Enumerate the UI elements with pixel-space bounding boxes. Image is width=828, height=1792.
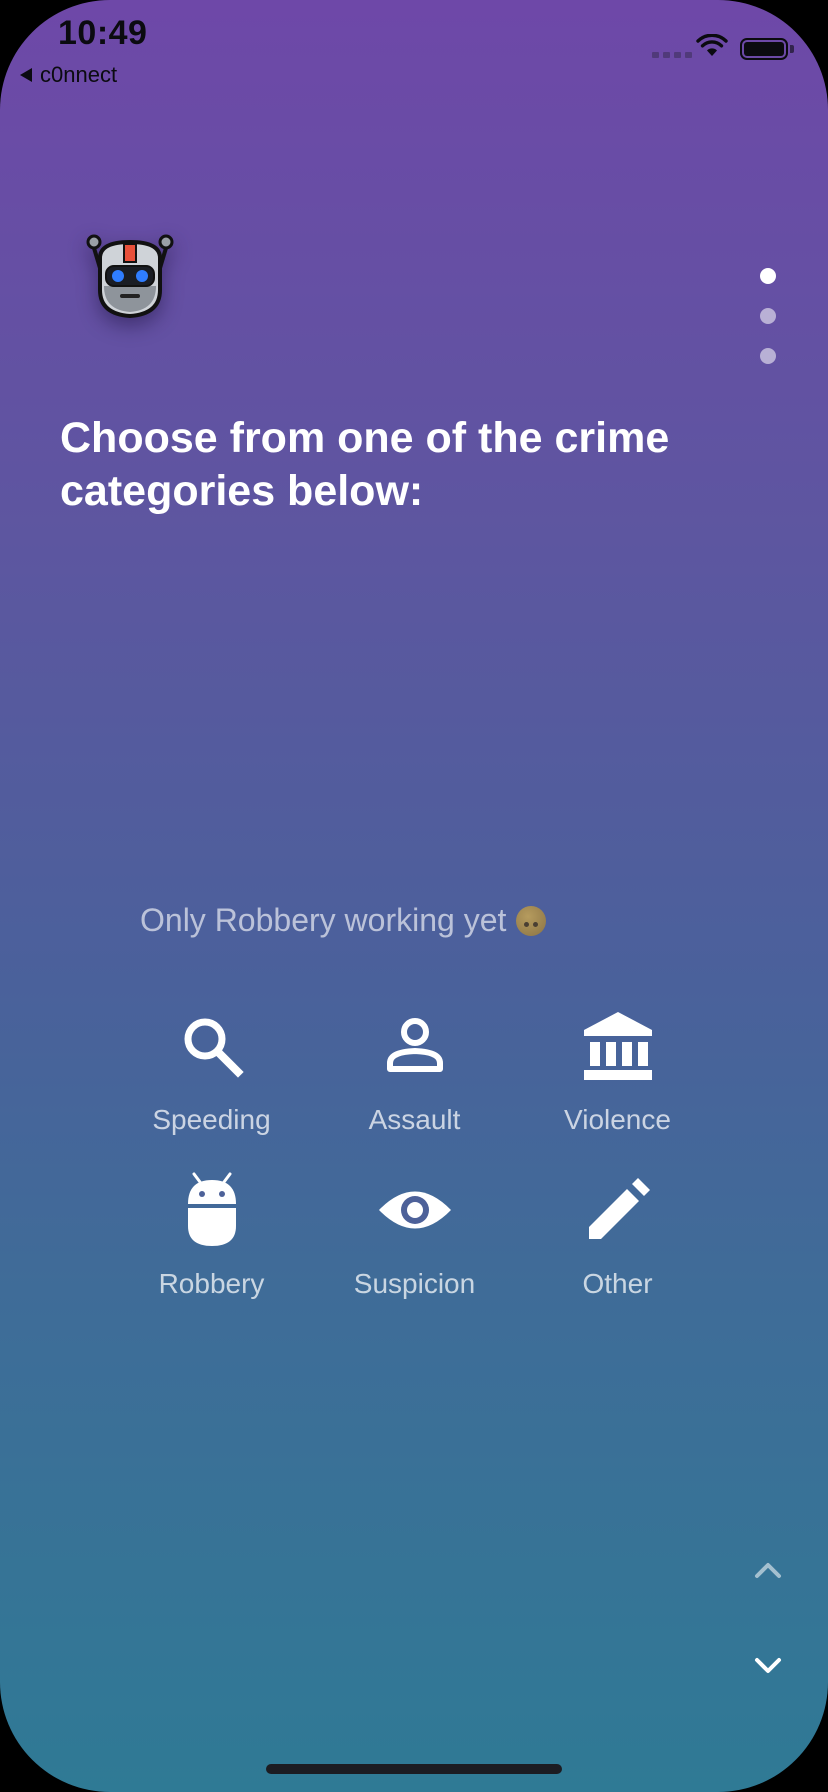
search-icon	[172, 1006, 252, 1086]
category-speeding[interactable]: Speeding	[110, 1000, 313, 1150]
eye-icon	[375, 1170, 455, 1250]
category-other[interactable]: Other	[516, 1164, 719, 1314]
availability-note: Only Robbery working yet	[140, 902, 547, 939]
page-dot-3[interactable]	[760, 348, 776, 364]
wifi-icon	[696, 33, 728, 63]
scroll-up-button[interactable]	[750, 1552, 786, 1588]
android-icon	[172, 1170, 252, 1250]
category-assault[interactable]: Assault	[313, 1000, 516, 1150]
status-time: 10:49	[58, 14, 148, 52]
page-dot-2[interactable]	[760, 308, 776, 324]
scroll-down-button[interactable]	[750, 1648, 786, 1684]
robot-avatar-icon	[82, 228, 178, 324]
chevron-down-icon	[755, 1658, 781, 1673]
back-label: c0nnect	[40, 62, 118, 87]
category-label: Robbery	[158, 1268, 265, 1299]
back-caret-icon	[20, 68, 32, 82]
institution-icon	[578, 1006, 658, 1086]
category-suspicion[interactable]: Suspicion	[313, 1164, 516, 1314]
page-dot-1[interactable]	[760, 268, 776, 284]
page-title: Choose from one of the crime categories …	[60, 414, 670, 515]
availability-note-text: Only Robbery working yet	[140, 902, 507, 938]
category-robbery[interactable]: Robbery	[110, 1164, 313, 1314]
category-label: Other	[582, 1268, 653, 1299]
home-indicator[interactable]	[266, 1764, 562, 1774]
category-label: Suspicion	[353, 1268, 476, 1299]
chevron-up-icon	[755, 1563, 781, 1578]
back-to-app-link[interactable]: c0nnect	[20, 62, 117, 88]
category-label: Violence	[564, 1104, 671, 1135]
page-indicator	[760, 268, 776, 364]
category-label: Assault	[368, 1104, 461, 1135]
category-label: Speeding	[152, 1104, 271, 1135]
battery-tip	[790, 45, 794, 53]
cellular-signal-icon	[652, 52, 692, 58]
upside-down-face-emoji-icon	[516, 905, 547, 936]
crime-category-grid: Speeding Assault Violence Robbery Suspic…	[110, 1000, 720, 1314]
category-violence[interactable]: Violence	[516, 1000, 719, 1150]
pencil-icon	[578, 1170, 658, 1250]
app-screen: 10:49 c0nnect Choose from one of the cri…	[0, 0, 828, 1792]
battery-icon	[740, 38, 788, 60]
person-icon	[375, 1006, 455, 1086]
